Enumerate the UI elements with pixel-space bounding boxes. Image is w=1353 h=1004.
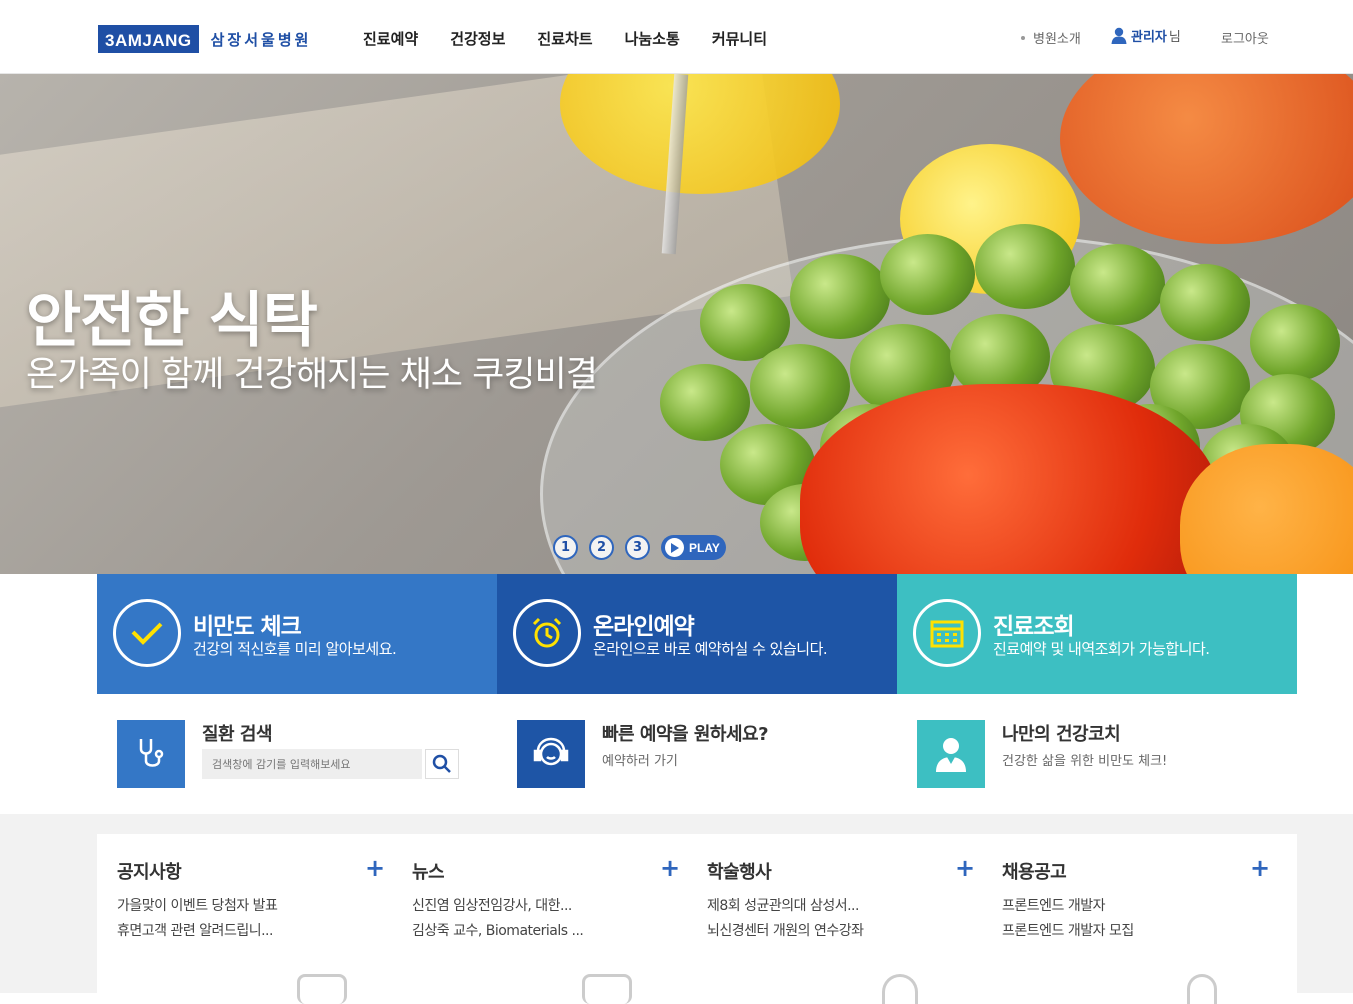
board-notice-list: 가을맞이 이벤트 당첨자 발표 휴면고객 관련 알려드립니... xyxy=(117,896,278,946)
stethoscope-icon xyxy=(117,720,185,788)
slide-pager: 1 2 3 PLAY xyxy=(553,535,726,560)
megaphone-icon xyxy=(297,974,347,1004)
disease-search-input[interactable] xyxy=(202,749,422,779)
board-academic-list: 제8회 성균관의대 삼성서... 뇌신경센터 개원의 연수강좌 xyxy=(707,896,864,946)
service-coach-title: 나만의 건강코치 xyxy=(1002,724,1121,745)
quick-treatment-lookup[interactable]: 진료조회 진료예약 및 내역조회가 가능합니다. xyxy=(897,574,1297,694)
board-academic-title: 학술행사 xyxy=(707,862,772,883)
service-search-title: 질환 검색 xyxy=(202,724,273,745)
board-notice: 공지사항 + 가을맞이 이벤트 당첨자 발표 휴면고객 관련 알려드립니... xyxy=(97,834,392,1004)
board-notice-title: 공지사항 xyxy=(117,862,182,883)
about-link[interactable]: 병원소개 xyxy=(1021,28,1081,47)
nav-item-sharing[interactable]: 나눔소통 xyxy=(625,28,680,49)
board-news-more-icon[interactable]: + xyxy=(660,856,680,880)
board-news-list: 신진염 임상전임강사, 대한... 김상죽 교수, Biomaterials .… xyxy=(412,896,584,946)
board-academic: 학술행사 + 제8회 성균관의대 삼성서... 뇌신경센터 개원의 연수강좌 xyxy=(687,834,982,1004)
hero-banner: 안전한 식탁 온가족이 함께 건강해지는 채소 쿠킹비결 1 2 3 PLAY xyxy=(0,74,1353,574)
clip-icon xyxy=(1187,974,1217,1004)
lecturer-icon xyxy=(882,974,918,1004)
quick-lookup-title: 진료조회 xyxy=(993,614,1075,640)
list-item[interactable]: 신진염 임상전임강사, 대한... xyxy=(412,896,583,921)
service-quick-reservation[interactable]: 빠른 예약을 원하세요? 예약하러 가기 xyxy=(517,720,867,788)
hero-sprout-shape xyxy=(660,364,750,441)
board-academic-more-icon[interactable]: + xyxy=(955,856,975,880)
board-recruit-title: 채용공고 xyxy=(1002,862,1067,883)
slide-page-2[interactable]: 2 xyxy=(589,535,614,560)
quick-online-reservation[interactable]: 온라인예약 온라인으로 바로 예약하실 수 있습니다. xyxy=(497,574,897,694)
list-item[interactable]: 김상죽 교수, Biomaterials ... xyxy=(412,921,584,946)
search-icon xyxy=(432,754,451,773)
hero-sprout-shape xyxy=(1070,244,1165,325)
list-item[interactable]: 프론트엔드 개발자 모집 xyxy=(1002,921,1134,946)
hero-sprout-shape xyxy=(1250,304,1340,381)
logo-mark: 3AMJANG xyxy=(98,25,199,53)
calendar-icon xyxy=(913,599,981,667)
play-icon xyxy=(665,538,684,557)
quick-bmi-desc: 건강의 적신호를 미리 알아보세요. xyxy=(193,640,397,658)
hero-subtitle: 온가족이 함께 건강해지는 채소 쿠킹비결 xyxy=(26,355,598,395)
hero-sprout-shape xyxy=(880,234,975,315)
user-name: 관리자 xyxy=(1131,30,1167,45)
search-button[interactable] xyxy=(425,749,459,779)
list-item[interactable]: 휴면고객 관련 알려드립니... xyxy=(117,921,277,946)
headset-icon xyxy=(517,720,585,788)
nav-item-chart[interactable]: 진료차트 xyxy=(537,28,592,49)
quick-lookup-desc: 진료예약 및 내역조회가 가능합니다. xyxy=(993,640,1210,658)
list-item[interactable]: 가을맞이 이벤트 당첨자 발표 xyxy=(117,896,278,921)
quick-reservation-desc: 온라인으로 바로 예약하실 수 있습니다. xyxy=(593,640,828,658)
doctor-icon xyxy=(917,720,985,788)
service-reserve-link[interactable]: 예약하러 가기 xyxy=(602,750,678,769)
board-news: 뉴스 + 신진염 임상전임강사, 대한... 김상죽 교수, Biomateri… xyxy=(392,834,687,1004)
slide-play-button[interactable]: PLAY xyxy=(661,535,726,560)
site-logo[interactable]: 3AMJANG 삼장서울병원 xyxy=(98,25,311,53)
bullet-dot-icon xyxy=(1021,35,1025,40)
nav-item-reservation[interactable]: 진료예약 xyxy=(363,28,418,49)
board-notice-more-icon[interactable]: + xyxy=(365,856,385,880)
board-recruit: 채용공고 + 프론트엔드 개발자 프론트엔드 개발자 모집 xyxy=(982,834,1277,1004)
disease-search-box xyxy=(202,749,460,779)
slide-page-1[interactable]: 1 xyxy=(553,535,578,560)
user-icon xyxy=(1111,27,1127,44)
nav-item-community[interactable]: 커뮤니티 xyxy=(712,28,767,49)
play-label: PLAY xyxy=(689,540,720,555)
check-icon xyxy=(113,599,181,667)
about-link-label: 병원소개 xyxy=(1033,32,1081,47)
quick-panels: 비만도 체크 건강의 적신호를 미리 알아보세요. 온라인예약 온라인으로 바로… xyxy=(97,574,1297,694)
alarm-clock-icon xyxy=(513,599,581,667)
user-suffix: 님 xyxy=(1168,30,1181,45)
board-recruit-more-icon[interactable]: + xyxy=(1250,856,1270,880)
service-disease-search: 질환 검색 xyxy=(117,720,467,788)
board-section: 공지사항 + 가을맞이 이벤트 당첨자 발표 휴면고객 관련 알려드립니... … xyxy=(0,814,1353,1004)
list-item[interactable]: 프론트엔드 개발자 xyxy=(1002,896,1134,921)
site-header: 3AMJANG 삼장서울병원 진료예약 건강정보 진료차트 나눔소통 커뮤니티 … xyxy=(0,0,1353,74)
list-item[interactable]: 뇌신경센터 개원의 연수강좌 xyxy=(707,921,864,946)
newspaper-icon xyxy=(582,974,632,1004)
hero-sprout-shape xyxy=(1160,264,1250,341)
user-info[interactable]: 관리자 님 xyxy=(1111,26,1181,45)
main-nav: 진료예약 건강정보 진료차트 나눔소통 커뮤니티 xyxy=(363,28,767,49)
board-panel: 공지사항 + 가을맞이 이벤트 당첨자 발표 휴면고객 관련 알려드립니... … xyxy=(97,834,1297,1004)
logo-name: 삼장서울병원 xyxy=(210,30,312,49)
board-recruit-list: 프론트엔드 개발자 프론트엔드 개발자 모집 xyxy=(1002,896,1134,946)
quick-bmi-title: 비만도 체크 xyxy=(193,614,302,640)
service-coach-desc: 건강한 삶을 위한 비만도 체크! xyxy=(1002,754,1168,769)
hero-sprout-shape xyxy=(975,224,1075,309)
hero-orange-pepper-shape xyxy=(1060,74,1353,244)
quick-reservation-title: 온라인예약 xyxy=(593,614,695,640)
service-reserve-title: 빠른 예약을 원하세요? xyxy=(602,724,769,745)
hero-sprout-shape xyxy=(790,254,890,339)
list-item[interactable]: 제8회 성균관의대 삼성서... xyxy=(707,896,863,921)
nav-item-health-info[interactable]: 건강정보 xyxy=(450,28,505,49)
board-news-title: 뉴스 xyxy=(412,862,445,883)
slide-page-3[interactable]: 3 xyxy=(625,535,650,560)
service-health-coach[interactable]: 나만의 건강코치 건강한 삶을 위한 비만도 체크! xyxy=(917,720,1267,788)
quick-bmi-check[interactable]: 비만도 체크 건강의 적신호를 미리 알아보세요. xyxy=(97,574,497,694)
logout-link[interactable]: 로그아웃 xyxy=(1221,28,1269,47)
